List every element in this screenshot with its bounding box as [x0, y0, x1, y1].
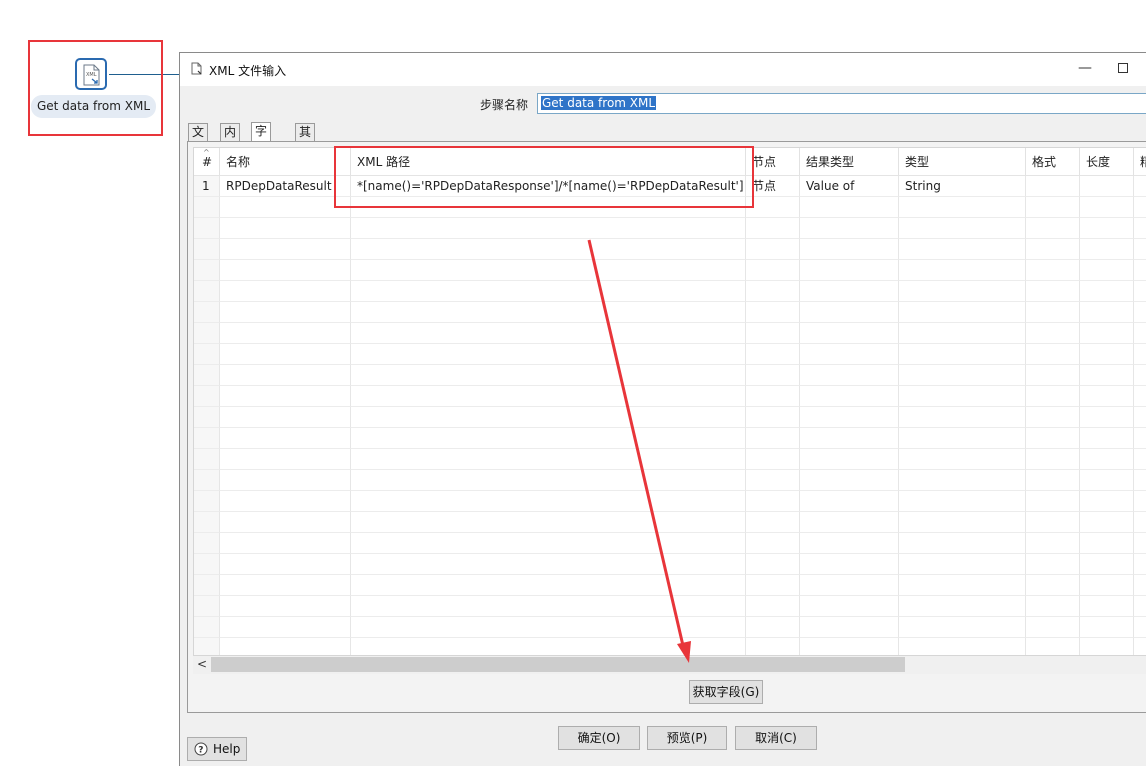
- annotation-arrow-line: [587, 239, 686, 651]
- annotation-arrow: [587, 239, 691, 663]
- annotation-arrow-head: [677, 641, 691, 663]
